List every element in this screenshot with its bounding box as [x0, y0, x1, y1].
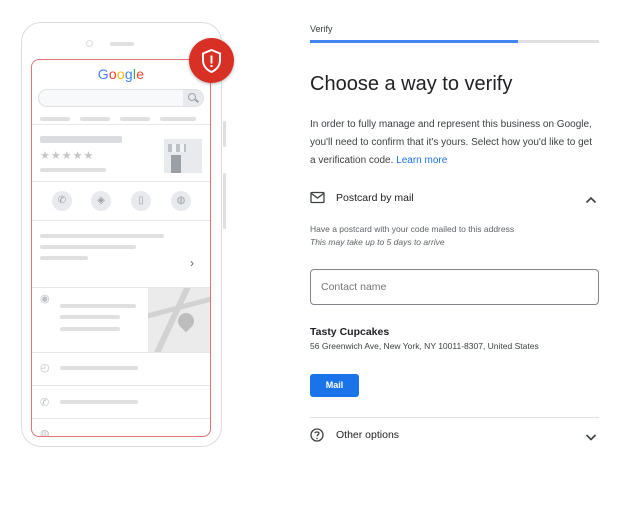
rating-stars: ★★★★★ — [40, 150, 95, 162]
mail-button[interactable]: Mail — [310, 374, 359, 397]
logo-letter: G — [97, 66, 109, 82]
help-circle-icon — [310, 428, 324, 447]
bookmark-icon: ▯ — [131, 191, 151, 211]
phone-screen: Google ★★★★★ ✆ ◈ ▯ ◍ › ◉ ◴ ✆ ◍ — [31, 59, 211, 437]
placeholder-line — [40, 245, 136, 249]
postcard-description-text: Have a postcard with your code mailed to… — [310, 224, 515, 234]
chevron-right-icon: › — [190, 256, 194, 270]
clock-icon: ◴ — [40, 362, 50, 374]
camera-dot — [86, 40, 93, 47]
divider — [32, 418, 210, 419]
chevron-down-icon[interactable] — [585, 429, 597, 447]
divider — [32, 385, 210, 386]
business-name: Tasty Cupcakes — [310, 326, 390, 338]
postcard-delivery-note: This may take up to 5 days to arrive — [310, 237, 445, 247]
logo-letter: g — [124, 66, 133, 82]
placeholder-line — [60, 327, 120, 331]
phone-illustration: Google ★★★★★ ✆ ◈ ▯ ◍ › ◉ ◴ ✆ ◍ — [21, 22, 226, 447]
location-pin-icon: ◉ — [40, 293, 50, 305]
progress-bar — [310, 40, 599, 43]
placeholder-line — [60, 304, 136, 308]
step-label: Verify — [310, 24, 333, 34]
placeholder-line — [40, 234, 164, 238]
placeholder-line — [40, 117, 70, 121]
divider — [32, 181, 210, 182]
divider — [32, 220, 210, 221]
mock-search-bar — [38, 89, 204, 107]
business-address: 56 Greenwich Ave, New York, NY 10011-830… — [310, 341, 539, 351]
placeholder-title — [40, 136, 122, 143]
placeholder-line — [60, 400, 138, 404]
google-logo: Google — [32, 66, 210, 82]
divider — [32, 352, 210, 353]
phone-side-button — [223, 173, 226, 229]
intro-text: In order to fully manage and represent t… — [310, 116, 599, 170]
logo-letter: o — [108, 66, 117, 82]
phone-icon: ✆ — [52, 191, 72, 211]
placeholder-line — [160, 117, 196, 121]
shield-alert-icon — [189, 38, 234, 83]
intro-body: In order to fully manage and represent t… — [310, 119, 592, 166]
phone-icon: ✆ — [40, 397, 50, 409]
page-title: Choose a way to verify — [310, 73, 513, 95]
learn-more-link[interactable]: Learn more — [396, 155, 447, 166]
mail-envelope-icon — [310, 191, 325, 209]
storefront-icon — [164, 139, 202, 173]
postcard-description: Have a postcard with your code mailed to… — [310, 223, 514, 249]
phone-side-button — [223, 121, 226, 147]
placeholder-line — [60, 366, 138, 370]
directions-icon: ◈ — [91, 191, 111, 211]
globe-icon: ◍ — [40, 428, 50, 437]
search-icon — [183, 90, 203, 106]
placeholder-line — [40, 168, 106, 172]
map-thumbnail — [148, 288, 210, 352]
logo-letter: o — [116, 66, 125, 82]
placeholder-line — [40, 256, 88, 260]
postcard-option-header[interactable]: Postcard by mail — [310, 189, 599, 209]
placeholder-line — [80, 117, 110, 121]
section-divider — [310, 417, 599, 418]
progress-fill — [310, 40, 519, 43]
placeholder-line — [120, 117, 150, 121]
speaker-slot — [110, 42, 134, 46]
globe-icon: ◍ — [171, 191, 191, 211]
contact-name-input[interactable] — [310, 269, 599, 305]
chevron-up-icon[interactable] — [585, 192, 597, 210]
logo-letter: e — [136, 66, 145, 82]
other-options-header[interactable]: Other options — [310, 426, 599, 446]
other-options-label: Other options — [336, 429, 400, 441]
postcard-option-label: Postcard by mail — [336, 192, 414, 204]
divider — [32, 124, 210, 125]
placeholder-line — [60, 315, 120, 319]
